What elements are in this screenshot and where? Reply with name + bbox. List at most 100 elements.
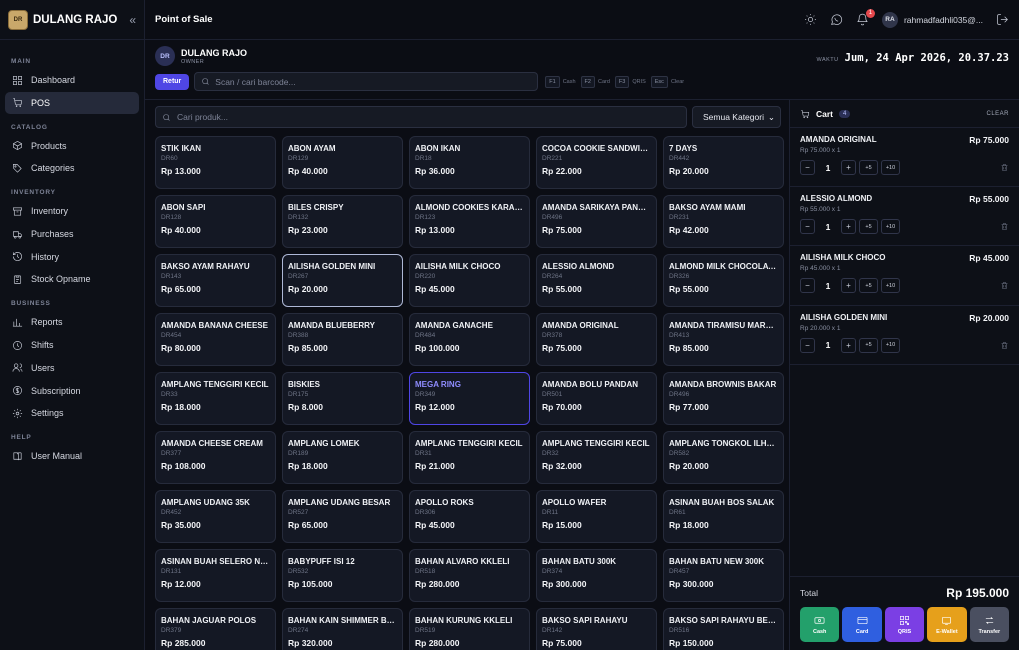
product-card[interactable]: AMANDA ORIGINAL DR378 Rp 75.000: [536, 313, 657, 366]
qty-minus-button[interactable]: −: [800, 337, 815, 353]
sidebar-item-settings[interactable]: Settings: [5, 402, 139, 424]
product-card[interactable]: BAKSO SAPI RAHAYU DR142 Rp 75.000: [536, 608, 657, 650]
sidebar-item-dashboard[interactable]: Dashboard: [5, 69, 139, 91]
product-card[interactable]: BAKSO AYAM RAHAYU DR143 Rp 65.000: [155, 254, 276, 307]
product-card[interactable]: ABON IKAN DR18 Rp 36.000: [409, 136, 530, 189]
product-card[interactable]: BAHAN KURUNG KKLELI DR519 Rp 280.000: [409, 608, 530, 650]
pay-transfer-button[interactable]: Transfer: [969, 607, 1010, 642]
product-card[interactable]: AMANDA GANACHE DR484 Rp 100.000: [409, 313, 530, 366]
product-card[interactable]: ASINAN BUAH SELERO NUSANTARA DR131 Rp 12.0…: [155, 549, 276, 602]
product-card[interactable]: AMANDA BROWNIS BAKAR DR496 Rp 77.000: [663, 372, 784, 425]
cart-clear-button[interactable]: CLEAR: [986, 111, 1009, 117]
pay-cash-button[interactable]: Cash: [800, 607, 840, 642]
sidebar-item-inventory[interactable]: Inventory: [5, 200, 139, 222]
product-card[interactable]: ALMOND MILK CHOCOLATE DR326 Rp 55.000: [663, 254, 784, 307]
product-card[interactable]: BISKIES DR175 Rp 8.000: [282, 372, 403, 425]
theme-toggle-icon[interactable]: [804, 13, 818, 27]
whatsapp-icon[interactable]: [830, 13, 844, 27]
qty-minus-button[interactable]: −: [800, 219, 815, 235]
product-card[interactable]: ASINAN BUAH BOS SALAK DR61 Rp 18.000: [663, 490, 784, 543]
sidebar-item-pos[interactable]: POS: [5, 91, 139, 114]
sidebar-item-reports[interactable]: Reports: [5, 311, 139, 333]
cart-item-total: Rp 45.000: [969, 253, 1009, 264]
qty-plus10-button[interactable]: +10: [881, 278, 900, 294]
product-card[interactable]: APOLLO ROKS DR306 Rp 45.000: [409, 490, 530, 543]
sidebar-item-shifts[interactable]: Shifts: [5, 334, 139, 356]
product-card[interactable]: APOLLO WAFER DR11 Rp 15.000: [536, 490, 657, 543]
sidebar-item-products[interactable]: Products: [5, 135, 139, 157]
qty-plus5-button[interactable]: +5: [859, 160, 878, 175]
qty-plus5-button[interactable]: +5: [859, 278, 878, 294]
user-email[interactable]: rahmadfadhli035@...: [904, 15, 983, 25]
qty-plus-button[interactable]: +: [841, 278, 856, 294]
sidebar-item-purchases[interactable]: Purchases: [5, 223, 139, 245]
pay-qris-button[interactable]: QRIS: [884, 607, 925, 642]
product-card[interactable]: AMANDA BLUEBERRY DR388 Rp 85.000: [282, 313, 403, 366]
gear-icon: [11, 407, 23, 419]
product-card[interactable]: AMPLANG TENGGIRI KECIL DR33 Rp 18.000: [155, 372, 276, 425]
qty-minus-button[interactable]: −: [800, 278, 815, 294]
product-card[interactable]: AILISHA GOLDEN MINI DR267 Rp 20.000: [282, 254, 403, 307]
retur-button[interactable]: Retur: [155, 73, 190, 90]
sidebar-item-stock-opname[interactable]: Stock Opname: [5, 268, 139, 290]
trash-icon[interactable]: [1000, 281, 1009, 290]
grid-icon: [11, 74, 23, 86]
product-card[interactable]: COCOA COOKIE SANDWICH DR221 Rp 22.000: [536, 136, 657, 189]
product-card[interactable]: BAKSO SAPI RAHAYU BESAR DR516 Rp 150.000: [663, 608, 784, 650]
product-card[interactable]: AMANDA BOLU PANDAN DR501 Rp 70.000: [536, 372, 657, 425]
product-card[interactable]: AMPLANG TONGKOL ILHAM DR582 Rp 20.000: [663, 431, 784, 484]
product-card[interactable]: 7 DAYS DR442 Rp 20.000: [663, 136, 784, 189]
product-card[interactable]: AILISHA MILK CHOCO DR220 Rp 45.000: [409, 254, 530, 307]
logout-icon[interactable]: [995, 13, 1009, 27]
product-card[interactable]: STIK IKAN DR60 Rp 13.000: [155, 136, 276, 189]
sidebar-item-users[interactable]: Users: [5, 357, 139, 379]
sidebar-item-categories[interactable]: Categories: [5, 157, 139, 179]
product-card[interactable]: AMPLANG TENGGIRI KECIL DR32 Rp 32.000: [536, 431, 657, 484]
category-select[interactable]: Semua Kategori ⌄: [692, 106, 781, 128]
sidebar-item-subscription[interactable]: Subscription: [5, 380, 139, 402]
pay-card-button[interactable]: Card: [842, 607, 882, 642]
qty-plus-button[interactable]: +: [841, 219, 856, 235]
product-card[interactable]: BABYPUFF ISI 12 DR532 Rp 105.000: [282, 549, 403, 602]
qty-plus-button[interactable]: +: [841, 337, 856, 353]
product-card[interactable]: BAHAN KAIN SHIMMER BORDIR DR274 Rp 320.000: [282, 608, 403, 650]
product-card[interactable]: AMANDA TIRAMISU MARBLE DR413 Rp 85.000: [663, 313, 784, 366]
sidebar-item-user-manual[interactable]: User Manual: [5, 445, 139, 467]
product-card[interactable]: BAHAN BATU 300K DR374 Rp 300.000: [536, 549, 657, 602]
barcode-input[interactable]: Scan / cari barcode...: [194, 72, 539, 91]
product-card[interactable]: BAHAN ALVARO KKLELI DR518 Rp 280.000: [409, 549, 530, 602]
product-card[interactable]: AMANDA CHEESE CREAM DR377 Rp 108.000: [155, 431, 276, 484]
qty-plus10-button[interactable]: +10: [881, 160, 900, 175]
product-card[interactable]: AMPLANG UDANG 35K DR452 Rp 35.000: [155, 490, 276, 543]
product-card[interactable]: ABON AYAM DR129 Rp 40.000: [282, 136, 403, 189]
pay-ewallet-button[interactable]: E-Wallet: [927, 607, 967, 642]
product-card[interactable]: ALESSIO ALMOND DR264 Rp 55.000: [536, 254, 657, 307]
product-card[interactable]: AMANDA BANANA CHEESE DR454 Rp 80.000: [155, 313, 276, 366]
trash-icon[interactable]: [1000, 222, 1009, 231]
qty-plus10-button[interactable]: +10: [881, 219, 900, 235]
sidebar-item-history[interactable]: History: [5, 246, 139, 268]
product-card[interactable]: MEGA RING DR349 Rp 12.000: [409, 372, 530, 425]
qty-plus5-button[interactable]: +5: [859, 219, 878, 235]
product-card[interactable]: AMPLANG TENGGIRI KECIL DR31 Rp 21.000: [409, 431, 530, 484]
product-card[interactable]: BAHAN BATU NEW 300K DR457 Rp 300.000: [663, 549, 784, 602]
product-card[interactable]: BILES CRISPY DR132 Rp 23.000: [282, 195, 403, 248]
product-card[interactable]: ABON SAPI DR128 Rp 40.000: [155, 195, 276, 248]
trash-icon[interactable]: [1000, 163, 1009, 172]
collapse-sidebar-icon[interactable]: «: [129, 13, 136, 27]
product-card[interactable]: AMANDA SARIKAYA PANDAN DR496 Rp 75.000: [536, 195, 657, 248]
product-card[interactable]: BAHAN JAGUAR POLOS DR379 Rp 285.000: [155, 608, 276, 650]
notification-bell-icon[interactable]: 1: [856, 8, 875, 27]
qty-minus-button[interactable]: −: [800, 160, 815, 175]
product-card[interactable]: ALMOND COOKIES KARAMEL DR123 Rp 13.000: [409, 195, 530, 248]
qty-plus-button[interactable]: +: [841, 160, 856, 175]
product-card[interactable]: AMPLANG UDANG BESAR DR527 Rp 65.000: [282, 490, 403, 543]
product-card[interactable]: BAKSO AYAM MAMI DR231 Rp 42.000: [663, 195, 784, 248]
qty-plus5-button[interactable]: +5: [859, 337, 878, 353]
qty-plus10-button[interactable]: +10: [881, 337, 900, 353]
product-price: Rp 75.000: [542, 638, 582, 648]
product-search-input[interactable]: Cari produk...: [155, 106, 687, 128]
product-card[interactable]: AMPLANG LOMEK DR189 Rp 18.000: [282, 431, 403, 484]
user-avatar[interactable]: RA: [881, 11, 898, 28]
trash-icon[interactable]: [1000, 341, 1009, 350]
